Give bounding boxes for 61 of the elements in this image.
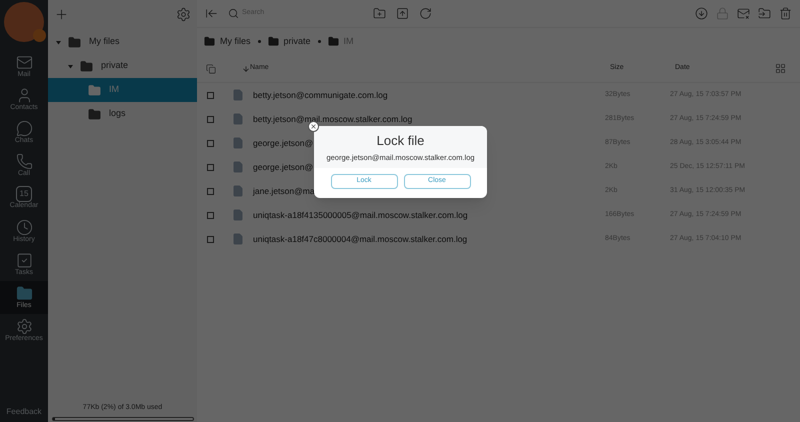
row-checkbox[interactable] [207,140,214,146]
breadcrumb-item[interactable]: private [284,34,311,48]
breadcrumb-item[interactable]: My files [220,34,251,48]
folder-icon [88,84,101,96]
file-icon [232,161,244,173]
grid-view-icon[interactable] [775,63,786,74]
collapse-icon[interactable] [205,7,218,20]
expand-caret-icon[interactable] [56,40,61,44]
file-name[interactable]: betty.jetson@mail.moscow.stalker.com.log [253,112,605,126]
folder-icon [268,36,279,47]
preferences-icon [16,318,32,335]
file-icon [232,113,244,125]
calendar-icon: 15 [16,186,32,202]
separator-icon [258,40,261,43]
trash-icon[interactable] [779,7,792,20]
new-folder-icon[interactable] [373,7,386,20]
file-icon [232,185,244,197]
file-name[interactable]: uniqtask-a18f47c8000004@mail.moscow.stalker.com.log [253,232,605,246]
download-icon[interactable] [695,7,708,20]
folder-icon [16,284,32,302]
history-icon [16,218,32,236]
row-checkbox[interactable] [207,164,214,170]
folder-icon [68,36,81,48]
separator-icon [318,40,321,43]
settings-icon[interactable] [176,6,191,22]
row-checkbox[interactable] [207,212,214,218]
folder-tree-item[interactable]: private [48,54,197,78]
expand-caret-icon[interactable] [68,64,73,68]
sort-arrow-icon[interactable] [242,64,250,72]
status-badge [33,29,46,42]
call-icon [16,152,32,170]
row-checkbox[interactable] [207,236,214,242]
file-icon [232,209,244,221]
chats-icon [16,120,32,137]
row-checkbox[interactable] [207,116,214,122]
folder-icon [204,36,215,47]
avatar[interactable] [4,2,44,42]
mail-icon [16,54,32,71]
folder-tree-item[interactable]: logs [48,102,197,126]
folder-icon [80,60,93,72]
file-icon [232,137,244,149]
feedback-link[interactable]: Feedback [6,408,42,416]
dialog-title: Lock file [376,133,424,150]
folder-icon [328,36,339,47]
move-folder-icon[interactable] [758,7,771,20]
search-icon [228,8,239,19]
folder-icon [88,108,101,120]
upload-icon[interactable] [396,7,409,20]
folder-tree-item[interactable]: IM [48,78,197,102]
mail-icon[interactable] [737,7,750,20]
file-name[interactable]: betty.jetson@communigate.com.log [253,88,605,102]
tasks-icon [16,252,32,269]
row-checkbox[interactable] [207,92,214,98]
file-icon [232,89,244,101]
lock-icon[interactable] [716,7,729,20]
select-all-icon[interactable] [206,64,216,74]
file-name[interactable]: uniqtask-a18f4135000005@mail.moscow.stalker.com.log [253,208,605,222]
refresh-icon[interactable] [419,7,432,20]
row-checkbox[interactable] [207,188,214,194]
folder-tree-item[interactable]: My files [48,30,197,54]
file-icon [232,233,244,245]
